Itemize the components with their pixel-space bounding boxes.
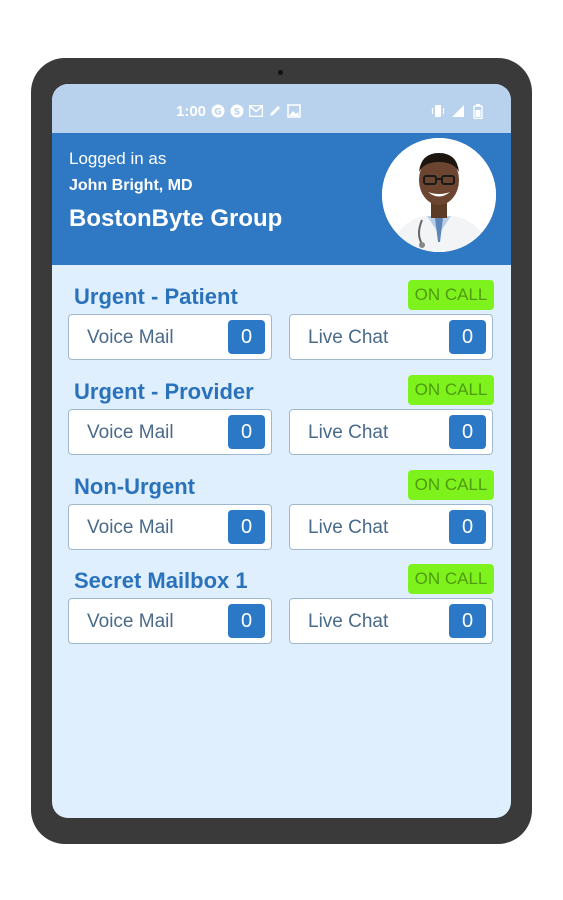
voice-mail-count: 0 <box>228 510 265 544</box>
live-chat-count: 0 <box>449 510 486 544</box>
battery-icon <box>471 103 485 119</box>
section-title-secret-mailbox: Secret Mailbox 1 <box>74 568 248 593</box>
live-chat-button[interactable]: Live Chat 0 <box>289 598 493 644</box>
signal-icon <box>451 104 465 118</box>
status-bar: 1:00 G S <box>52 84 511 133</box>
voice-mail-button[interactable]: Voice Mail 0 <box>68 598 272 644</box>
vibrate-icon <box>431 104 445 118</box>
voice-mail-label: Voice Mail <box>87 327 174 348</box>
status-time: 1:00 <box>176 102 207 120</box>
section-title-urgent-patient: Urgent - Patient <box>74 284 238 309</box>
live-chat-label: Live Chat <box>308 422 389 443</box>
image-icon <box>287 104 301 118</box>
voice-mail-count: 0 <box>228 604 265 638</box>
app-header: Logged in as John Bright, MD BostonByte … <box>52 133 511 265</box>
voice-mail-button[interactable]: Voice Mail 0 <box>68 314 272 360</box>
doctor-avatar-icon <box>382 138 496 252</box>
on-call-badge[interactable]: ON CALL <box>408 564 494 594</box>
on-call-badge[interactable]: ON CALL <box>408 280 494 310</box>
live-chat-count: 0 <box>449 415 486 449</box>
svg-text:G: G <box>214 108 221 118</box>
section-title-urgent-provider: Urgent - Provider <box>74 379 254 404</box>
live-chat-label: Live Chat <box>308 327 389 348</box>
voice-mail-button[interactable]: Voice Mail 0 <box>68 409 272 455</box>
logged-in-label: Logged in as <box>69 149 167 168</box>
voice-mail-label: Voice Mail <box>87 422 174 443</box>
s-icon: S <box>230 104 244 118</box>
section-title-non-urgent: Non-Urgent <box>74 474 195 499</box>
voice-mail-label: Voice Mail <box>87 517 174 538</box>
on-call-badge[interactable]: ON CALL <box>408 375 494 405</box>
voice-mail-count: 0 <box>228 415 265 449</box>
svg-text:S: S <box>234 108 240 118</box>
on-call-badge[interactable]: ON CALL <box>408 470 494 500</box>
group-name: BostonByte Group <box>69 205 283 232</box>
user-name: John Bright, MD <box>69 177 193 194</box>
status-left: 1:00 G S <box>176 102 301 120</box>
voice-mail-button[interactable]: Voice Mail 0 <box>68 504 272 550</box>
live-chat-label: Live Chat <box>308 517 389 538</box>
live-chat-count: 0 <box>449 604 486 638</box>
avatar[interactable] <box>382 138 496 252</box>
gmail-icon <box>249 104 264 118</box>
pencil-icon <box>268 104 282 118</box>
voice-mail-count: 0 <box>228 320 265 354</box>
g-icon: G <box>211 104 225 118</box>
live-chat-button[interactable]: Live Chat 0 <box>289 314 493 360</box>
live-chat-button[interactable]: Live Chat 0 <box>289 504 493 550</box>
live-chat-button[interactable]: Live Chat 0 <box>289 409 493 455</box>
voice-mail-label: Voice Mail <box>87 611 174 632</box>
app-screen: 1:00 G S Logged in as John Bright, MD Bo… <box>52 84 511 818</box>
status-right <box>431 103 485 119</box>
live-chat-label: Live Chat <box>308 611 389 632</box>
live-chat-count: 0 <box>449 320 486 354</box>
camera-dot <box>278 70 283 75</box>
